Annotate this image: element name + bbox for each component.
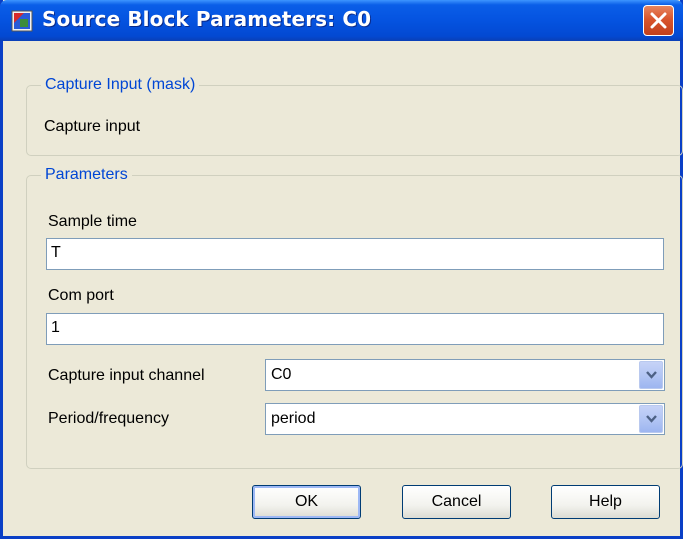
close-button[interactable] [643,5,674,36]
ok-button[interactable]: OK [252,485,361,519]
period-frequency-select[interactable]: period [265,403,665,435]
title-bar[interactable]: Source Block Parameters: C0 [0,0,683,41]
chevron-down-icon [646,371,657,379]
capture-channel-dropdown-button[interactable] [639,361,663,389]
mask-description-group: Capture Input (mask) [26,76,683,156]
period-frequency-dropdown-button[interactable] [639,405,663,433]
chevron-down-icon [646,415,657,423]
sample-time-label: Sample time [48,213,137,230]
com-port-label: Com port [48,287,114,304]
simulink-block-icon [11,10,33,32]
capture-channel-label: Capture input channel [48,367,205,384]
sample-time-field[interactable]: T [46,238,664,270]
parameters-group-legend: Parameters [45,166,128,183]
mask-group-legend: Capture Input (mask) [45,76,196,93]
period-frequency-label: Period/frequency [48,410,169,427]
mask-description: Capture input [44,118,141,135]
period-frequency-value: period [271,410,316,427]
block-parameters-dialog: Source Block Parameters: C0 Capture Inpu… [0,0,683,539]
window-title: Source Block Parameters: C0 [42,7,372,31]
com-port-field[interactable]: 1 [46,313,664,345]
cancel-button[interactable]: Cancel [402,485,511,519]
capture-channel-value: C0 [271,366,292,383]
close-icon [650,12,667,29]
help-button[interactable]: Help [551,485,660,519]
capture-channel-select[interactable]: C0 [265,359,665,391]
